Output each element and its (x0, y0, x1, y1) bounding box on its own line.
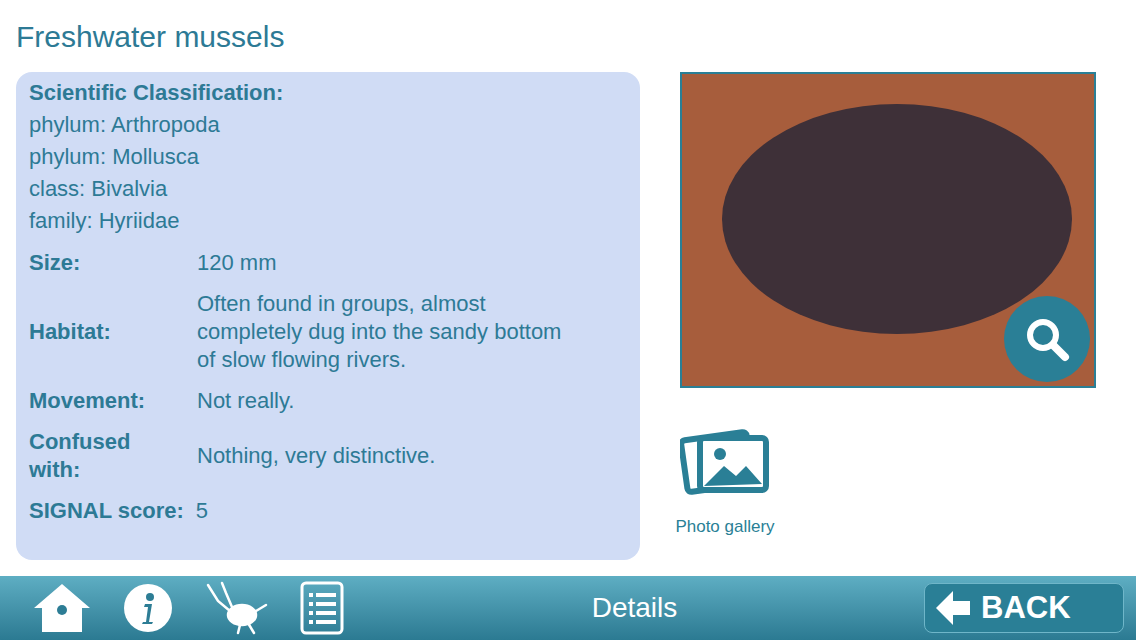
field-row: Size: 120 mm (29, 249, 624, 277)
info-button[interactable] (122, 582, 174, 634)
classification-heading: Scientific Classification: (29, 77, 624, 109)
photo-gallery-label: Photo gallery (675, 514, 774, 540)
home-button[interactable] (32, 580, 92, 636)
photo-gallery-button[interactable]: Photo gallery (680, 426, 770, 540)
field-label: Size: (29, 249, 159, 277)
field-row: Habitat: Often found in groups, almost co… (29, 290, 624, 374)
app-screen: Freshwater musselsScientific Classificat… (0, 0, 1136, 640)
bottom-bar: Details BACK (0, 576, 1136, 640)
field-row: SIGNAL score: 5 (29, 497, 624, 525)
details-panel: Scientific Classification:phylum: Arthro… (16, 72, 640, 560)
magnifier-icon (1023, 315, 1071, 363)
info-icon (123, 583, 173, 633)
field-value: Not really. (197, 387, 567, 415)
checklist-button[interactable] (299, 580, 345, 636)
screen-title: Details (345, 587, 924, 629)
field-value: Often found in groups, almost completely… (197, 290, 567, 374)
classification-line: phylum: Arthropoda (29, 109, 624, 141)
specimen-photo[interactable] (680, 72, 1096, 388)
field-label: Habitat: (29, 318, 159, 346)
field-value: Nothing, very distinctive. (197, 442, 567, 470)
home-icon (32, 582, 92, 634)
classification-line: class: Bivalvia (29, 173, 624, 205)
field-value: 120 mm (197, 249, 567, 277)
field-row: Confused with: Nothing, very distinctive. (29, 428, 624, 484)
field-row: Movement: Not really. (29, 387, 624, 415)
classification-line: family: Hyriidae (29, 205, 624, 237)
page-title: Freshwater mussels (0, 0, 1136, 72)
field-label: Movement: (29, 387, 159, 415)
back-arrow-icon (933, 588, 973, 628)
gallery-icon (680, 426, 770, 496)
field-label: Confused with: (29, 428, 159, 484)
back-button[interactable]: BACK (924, 583, 1124, 633)
bug-icon (204, 581, 268, 635)
field-label: SIGNAL score: (29, 497, 184, 525)
back-label: BACK (981, 585, 1071, 632)
classification: Scientific Classification:phylum: Arthro… (29, 77, 624, 237)
list-icon (300, 581, 344, 635)
bugs-button[interactable] (204, 580, 270, 636)
zoom-button[interactable] (1004, 296, 1090, 382)
classification-line: phylum: Mollusca (29, 141, 624, 173)
field-value: 5 (196, 497, 208, 525)
